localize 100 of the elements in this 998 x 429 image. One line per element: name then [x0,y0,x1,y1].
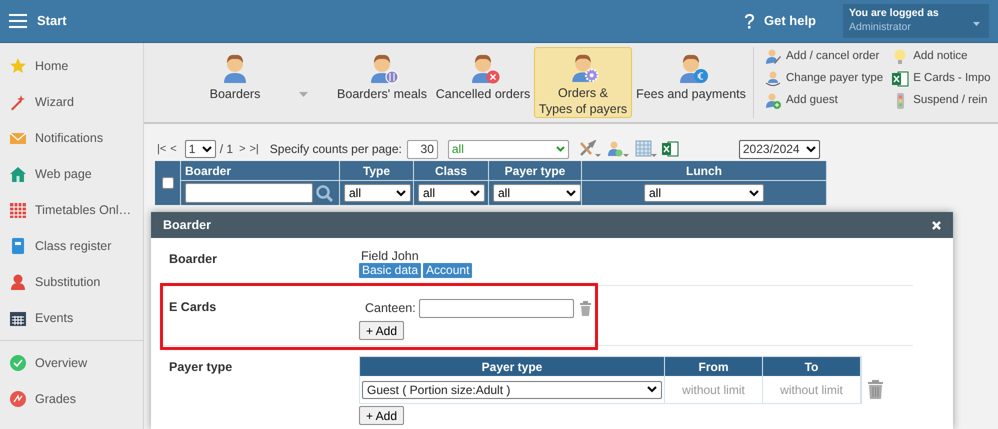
sidebar-item[interactable]: Web page [0,156,143,192]
chevron-icon [806,146,816,152]
filter-select[interactable]: all [344,184,411,202]
chevron-icon [202,146,212,152]
payer-type-select[interactable]: Guest ( Portion size:Adult ) [362,380,662,398]
action-label: Add / cancel order [786,49,880,64]
canteen-field[interactable] [418,299,574,318]
dialog-title: Boarder [163,216,211,234]
toolbar-button[interactable]: Boarders [151,47,319,118]
toolbar-action[interactable]: Add notice [891,48,991,66]
year-select[interactable]: 2023/2024 [738,140,820,158]
sidebar-item[interactable]: Substitution [0,264,143,300]
tag-button[interactable]: Basic data [359,263,422,278]
person-with-plus-icon [764,92,782,110]
chevron-icon [647,386,657,393]
sidebar-label: Home [35,58,68,75]
column-header[interactable]: Payer type [489,161,581,181]
action-label: E Cards - Impo [913,71,991,86]
house-icon [9,165,27,183]
chevron-icon [470,190,480,196]
boarder-name: Field John [361,249,419,263]
sidebar-item[interactable]: Home [0,48,143,84]
sidebar-item[interactable]: Notifications [0,120,143,156]
toolbar-button[interactable]: Orders & Types of payers [534,47,632,118]
field-label: E Cards [168,299,218,316]
sidebar-item[interactable]: Events [0,300,143,336]
sidebar-item[interactable]: Timetables Onl… [0,192,143,228]
menu-label[interactable]: Start [37,11,67,31]
toolbar-button[interactable]: Cancelled orders [434,47,532,118]
sidebar-label: Class register [35,238,112,255]
table-menu-icon [634,140,657,158]
sidebar-item[interactable]: Grades [0,381,143,417]
caret-icon [973,22,980,26]
check-icon [9,354,27,372]
pager-link[interactable]: > [239,140,246,158]
star-icon [9,57,27,75]
column-header[interactable]: Class [414,161,488,181]
sidebar-item[interactable]: Overview [0,345,143,381]
action-label: Add guest [786,93,838,108]
chevron-icon [566,190,576,196]
column-header: Payer type [360,357,665,376]
toolbar-button[interactable]: Fees and payments [634,47,748,118]
toolbar-action[interactable]: Suspend / rein [891,92,991,110]
sidebar-label: Substitution [35,274,100,291]
filter-select[interactable]: all [493,184,581,202]
spreadsheet-icon [891,70,910,88]
sidebar-item[interactable]: Class register [0,228,143,264]
person-menu-icon [606,140,629,158]
person-icon [9,273,27,291]
page-select[interactable]: 1 [184,140,216,158]
tag-button[interactable]: Account [423,263,472,278]
trash-icon [578,301,592,316]
select-all-checkbox[interactable] [162,177,174,189]
action-label: Change payer type [786,71,884,86]
filter-select[interactable]: all [644,184,764,202]
toolbar-action[interactable]: E Cards - Impo [891,70,991,88]
sidebar-label: Notifications [35,130,104,147]
search-icon [316,184,333,202]
column-header[interactable]: Lunch [582,161,826,181]
toolbar-action[interactable]: Add guest [764,92,884,110]
sidebar-label: Timetables Onl… [35,202,132,219]
table-cell: without limit [665,376,763,403]
chevron-icon [556,146,565,152]
menu-icon [9,13,27,29]
sidebar-item[interactable]: Wizard [0,84,143,120]
pager-link[interactable]: >| [250,140,259,158]
pager-link[interactable]: < [170,140,177,158]
toolbar-action[interactable]: Change payer type [764,70,884,88]
chevron-icon [396,190,406,196]
tools-icon [578,140,601,158]
trash-icon [867,380,884,398]
search-field[interactable] [185,183,313,203]
column-header: To [763,357,861,376]
action-label: Suspend / rein [913,93,988,108]
column-header[interactable]: Type [340,161,413,181]
close-icon [932,220,941,230]
sidebar-label: Overview [35,354,88,372]
user-caption: You are logged as [849,7,940,20]
filter-select[interactable]: all [418,184,485,202]
user-menu[interactable]: You are logged as Administrator [843,4,989,38]
notebook-icon [9,237,27,255]
count-field[interactable]: 30 [406,140,438,158]
field-label: Boarder [168,251,218,268]
toolbar-button[interactable]: Boarders' meals [332,47,432,118]
toolbar-action[interactable]: Add / cancel order [764,48,884,66]
help-link[interactable]: Get help [764,11,816,31]
calendar-icon [9,309,27,327]
help-icon [742,13,756,29]
field-label: Payer type [168,359,234,376]
column-header[interactable]: Boarder [181,161,339,181]
add-button[interactable]: + Add [359,321,404,340]
user-name: Administrator [849,20,911,34]
person-with-pencil-icon [764,48,782,66]
sidebar-label: Wizard [35,94,74,111]
add-button[interactable]: + Add [359,406,404,425]
spreadsheet-icon [660,140,679,158]
pager-link[interactable]: |< [157,140,166,158]
counts-label: Specify counts per page: [270,141,402,158]
filter-select[interactable]: all [448,140,569,158]
canteen-label: Canteen: [365,300,416,318]
